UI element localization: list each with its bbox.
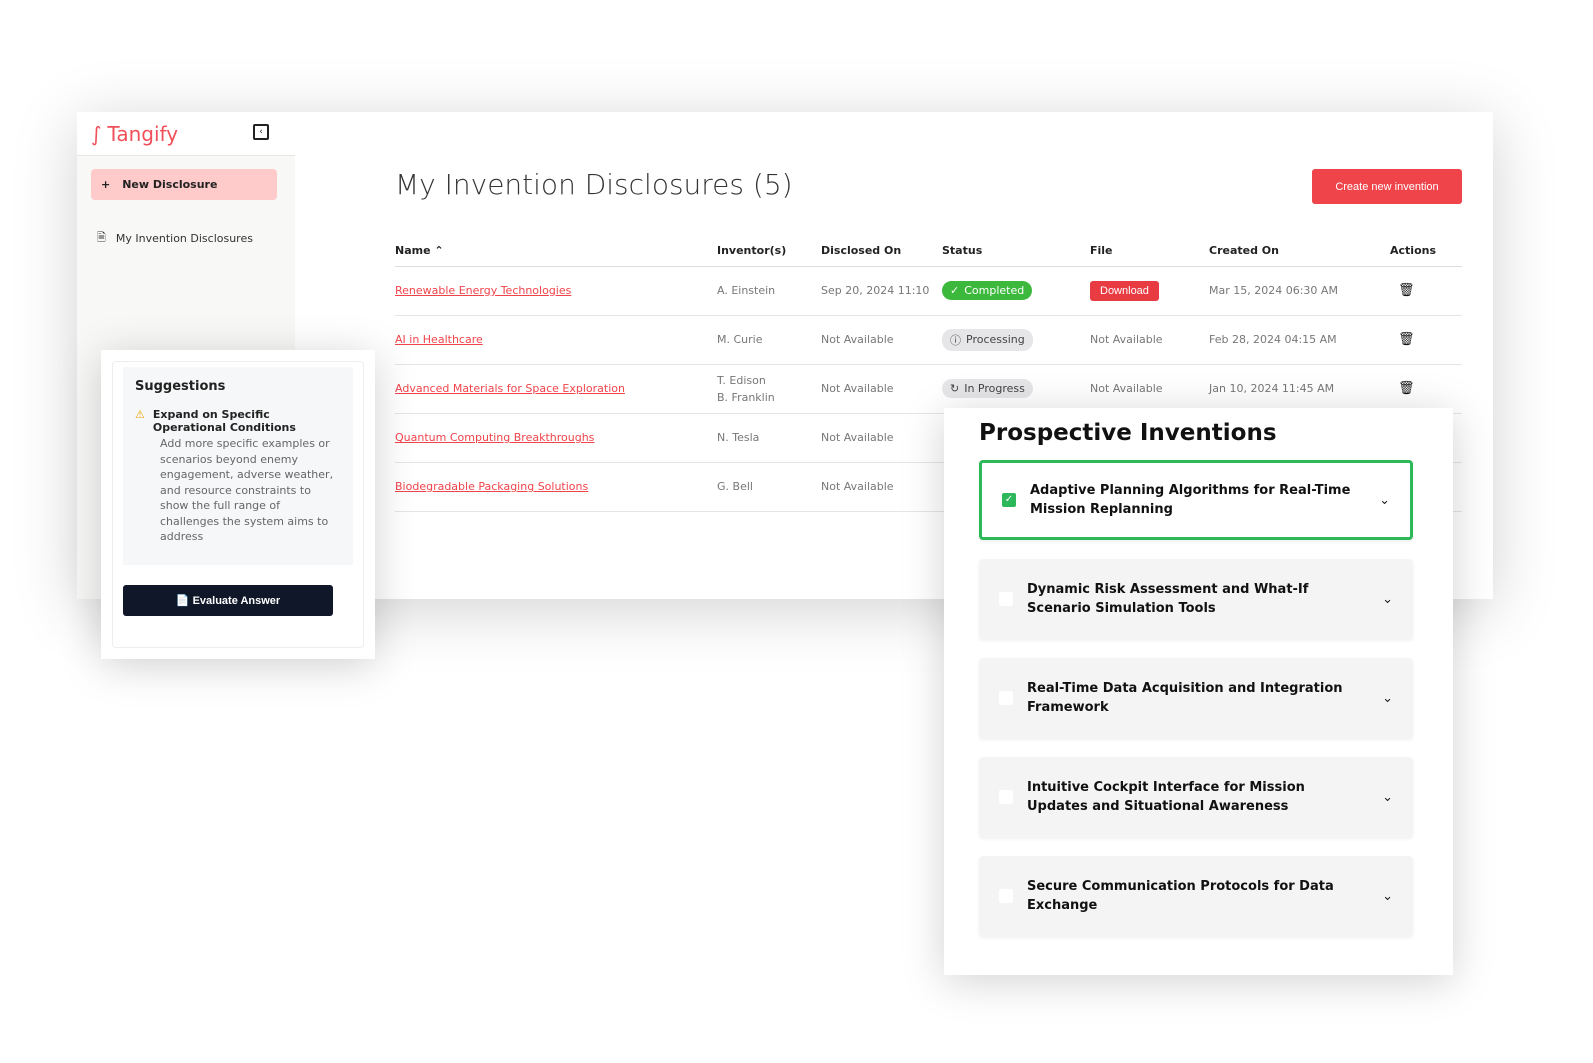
invention-link[interactable]: Renewable Energy Technologies: [395, 284, 571, 297]
status-badge: ⓘ Processing: [942, 328, 1033, 351]
column-created: Created On: [1209, 236, 1390, 267]
warning-icon: ⚠: [135, 408, 145, 421]
document-icon: 📄: [175, 595, 190, 607]
invention-link[interactable]: Biodegradable Packaging Solutions: [395, 480, 588, 493]
checkbox[interactable]: [999, 889, 1013, 903]
invention-link[interactable]: Quantum Computing Breakthroughs: [395, 431, 594, 444]
checkbox[interactable]: [999, 790, 1013, 804]
column-file: File: [1090, 236, 1209, 267]
plus-icon: +: [101, 178, 111, 191]
column-disclosed: Disclosed On: [821, 236, 942, 267]
document-icon: 🗎: [97, 231, 106, 244]
table-row: Renewable Energy Technologies A. Einstei…: [395, 266, 1462, 316]
logo[interactable]: ∫ Tangify: [91, 122, 178, 146]
status-icon: ✓: [950, 284, 960, 297]
column-status: Status: [942, 236, 1090, 267]
create-invention-button[interactable]: Create new invention: [1312, 169, 1462, 204]
invention-card[interactable]: ✓ Adaptive Planning Algorithms for Real-T…: [979, 460, 1413, 540]
trash-icon[interactable]: 🗑: [1390, 332, 1415, 347]
invention-card[interactable]: Intuitive Cockpit Interface for Mission …: [979, 757, 1413, 837]
invention-card[interactable]: Real-Time Data Acquisition and Integrati…: [979, 658, 1413, 738]
download-button[interactable]: Download: [1090, 280, 1159, 301]
suggestions-title: Suggestions: [135, 379, 226, 394]
invention-card[interactable]: Dynamic Risk Assessment and What-If Scen…: [979, 559, 1413, 639]
prospective-inventions-panel: Prospective Inventions ✓ Adaptive Plannin…: [944, 408, 1453, 975]
status-icon: ⓘ: [950, 333, 961, 347]
suggestion-text: Add more specific examples or scenarios …: [160, 437, 334, 543]
status-icon: ↻: [950, 382, 960, 395]
checkbox[interactable]: [999, 592, 1013, 606]
invention-link[interactable]: AI in Healthcare: [395, 333, 483, 346]
logo-icon: ∫: [91, 121, 102, 146]
trash-icon[interactable]: 🗑: [1390, 283, 1415, 298]
status-badge: ✓ Completed: [942, 281, 1033, 300]
chevron-down-icon[interactable]: ⌄: [1382, 592, 1393, 607]
column-name[interactable]: Name ⌃: [395, 236, 717, 267]
column-inventors: Inventor(s): [717, 236, 821, 267]
chevron-down-icon[interactable]: ⌄: [1379, 493, 1390, 508]
column-actions: Actions: [1390, 236, 1462, 267]
suggestions-panel: Suggestions ⚠ Expand on Specific Operatio…: [101, 350, 375, 659]
sidebar-item-my-disclosures[interactable]: 🗎 My Invention Disclosures: [97, 229, 253, 248]
trash-icon[interactable]: 🗑: [1390, 381, 1415, 396]
new-disclosure-button[interactable]: + New Disclosure: [91, 169, 277, 200]
checkbox[interactable]: [999, 691, 1013, 705]
chevron-down-icon[interactable]: ⌄: [1382, 889, 1393, 904]
invention-card[interactable]: Secure Communication Protocols for Data …: [979, 856, 1413, 936]
status-badge: ↻ In Progress: [942, 379, 1033, 398]
page-title: My Invention Disclosures (5): [395, 168, 793, 201]
chevron-down-icon[interactable]: ⌄: [1382, 790, 1393, 805]
collapse-sidebar-icon[interactable]: ‹: [253, 124, 269, 140]
chevron-down-icon[interactable]: ⌄: [1382, 691, 1393, 706]
sort-asc-icon[interactable]: ⌃: [434, 244, 443, 257]
panel-title: Prospective Inventions: [979, 420, 1277, 446]
table-row: Advanced Materials for Space Exploration…: [395, 364, 1462, 414]
invention-link[interactable]: Advanced Materials for Space Exploration: [395, 382, 625, 395]
table-row: AI in Healthcare M. Curie Not Available ⓘ…: [395, 315, 1462, 365]
checkbox[interactable]: ✓: [1002, 493, 1016, 507]
evaluate-answer-button[interactable]: 📄 Evaluate Answer: [123, 585, 333, 616]
